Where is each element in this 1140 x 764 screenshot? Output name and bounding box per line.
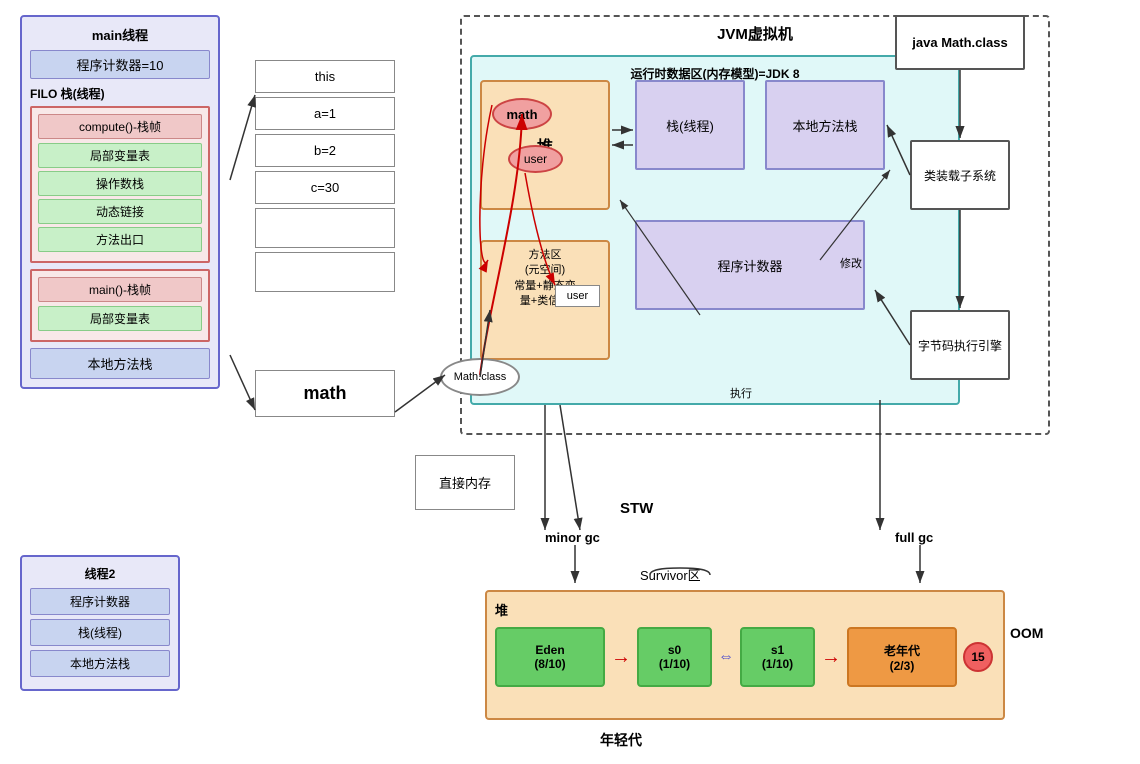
user-label: user — [567, 290, 588, 302]
compute-frame-title: compute()-栈帧 — [38, 114, 202, 139]
math-frame: math — [255, 370, 395, 417]
frame-a: a=1 — [255, 97, 395, 130]
arrow-s0-s1: ⇔ — [718, 648, 734, 666]
bytecode-label: 字节码执行引擎 — [918, 337, 1002, 354]
main-thread-title: main线程 — [30, 25, 210, 44]
main-frame-title: main()-栈帧 — [38, 277, 202, 302]
thread2-stack: 栈(线程) — [30, 619, 170, 646]
dynamic-link: 动态链接 — [38, 199, 202, 224]
filo-stack: compute()-栈帧 局部变量表 操作数栈 动态链接 方法出口 — [30, 106, 210, 263]
stack-thread-label: 栈(线程) — [666, 116, 714, 135]
frame-this: this — [255, 60, 395, 93]
thread2-native: 本地方法栈 — [30, 650, 170, 677]
frame-b: b=2 — [255, 134, 395, 167]
full-gc-label: full gc — [895, 530, 933, 545]
local-vars: 局部变量表 — [38, 143, 202, 168]
thread2-title: 线程2 — [30, 565, 170, 582]
frame-c: c=30 — [255, 171, 395, 204]
filo-label: FILO 栈(线程) — [30, 85, 210, 102]
main-counter: 程序计数器=10 — [30, 50, 210, 79]
direct-memory-box: 直接内存 — [415, 455, 515, 510]
user-oval-label: user — [524, 152, 547, 166]
s0-label: s0(1/10) — [659, 643, 690, 671]
frame-empty1 — [255, 208, 395, 248]
heap-bottom: 堆 Eden(8/10) → s0(1/10) ⇔ s1(1/10) → 老年代… — [485, 590, 1005, 720]
stack-thread-box: 栈(线程) — [635, 80, 745, 170]
main-local-vars: 局部变量表 — [38, 306, 202, 331]
eden-label: Eden(8/10) — [534, 643, 565, 671]
operand-stack: 操作数栈 — [38, 171, 202, 196]
native-method-label: 本地方法栈 — [792, 116, 857, 135]
execute-label: 执行 — [730, 385, 752, 401]
s0-box: s0(1/10) — [637, 627, 712, 687]
old-box: 老年代(2/3) — [847, 627, 957, 687]
age-circle: 15 — [963, 642, 993, 672]
pc-label: 程序计数器 — [717, 256, 782, 275]
arrow-eden-s0: → — [611, 646, 631, 669]
old-label: 老年代(2/3) — [884, 642, 920, 673]
oom-label: OOM — [1010, 625, 1043, 641]
method-exit: 方法出口 — [38, 227, 202, 252]
survivor-label: Survivor区 — [640, 565, 701, 584]
math-class-oval: Math.class — [440, 358, 520, 396]
modify-label: 修改 — [840, 255, 862, 271]
stack-frames-area: this a=1 b=2 c=30 — [255, 60, 395, 296]
heap-sections: Eden(8/10) → s0(1/10) ⇔ s1(1/10) → 老年代(2… — [495, 627, 995, 687]
eden-box: Eden(8/10) — [495, 627, 605, 687]
loader-box: 类装载子系统 — [910, 140, 1010, 210]
minor-gc-label: minor gc — [545, 530, 600, 545]
pc-box: 程序计数器 — [635, 220, 865, 310]
math-oval: math — [492, 98, 552, 130]
java-math-box: java Math.class — [895, 15, 1025, 70]
java-math-label: java Math.class — [912, 35, 1007, 50]
s1-label: s1(1/10) — [762, 643, 793, 671]
math-class-label: Math.class — [454, 371, 507, 383]
user-label-box: user — [555, 285, 600, 307]
arrow-s1-old: → — [821, 646, 841, 669]
native-method-box: 本地方法栈 — [765, 80, 885, 170]
user-oval: user — [508, 145, 563, 173]
frame-empty2 — [255, 252, 395, 292]
main-thread-box: main线程 程序计数器=10 FILO 栈(线程) compute()-栈帧 … — [20, 15, 220, 389]
thread2-box: 线程2 程序计数器 栈(线程) 本地方法栈 — [20, 555, 180, 691]
main-frame: main()-栈帧 局部变量表 — [30, 269, 210, 342]
loader-label: 类装载子系统 — [924, 167, 996, 184]
heap-bottom-label: 堆 — [495, 600, 995, 619]
stw-label: STW — [620, 500, 653, 517]
s1-box: s1(1/10) — [740, 627, 815, 687]
bytecode-box: 字节码执行引擎 — [910, 310, 1010, 380]
younggen-label: 年轻代 — [600, 730, 642, 750]
thread2-counter: 程序计数器 — [30, 588, 170, 615]
math-oval-label: math — [506, 107, 537, 122]
main-native-stack: 本地方法栈 — [30, 348, 210, 379]
